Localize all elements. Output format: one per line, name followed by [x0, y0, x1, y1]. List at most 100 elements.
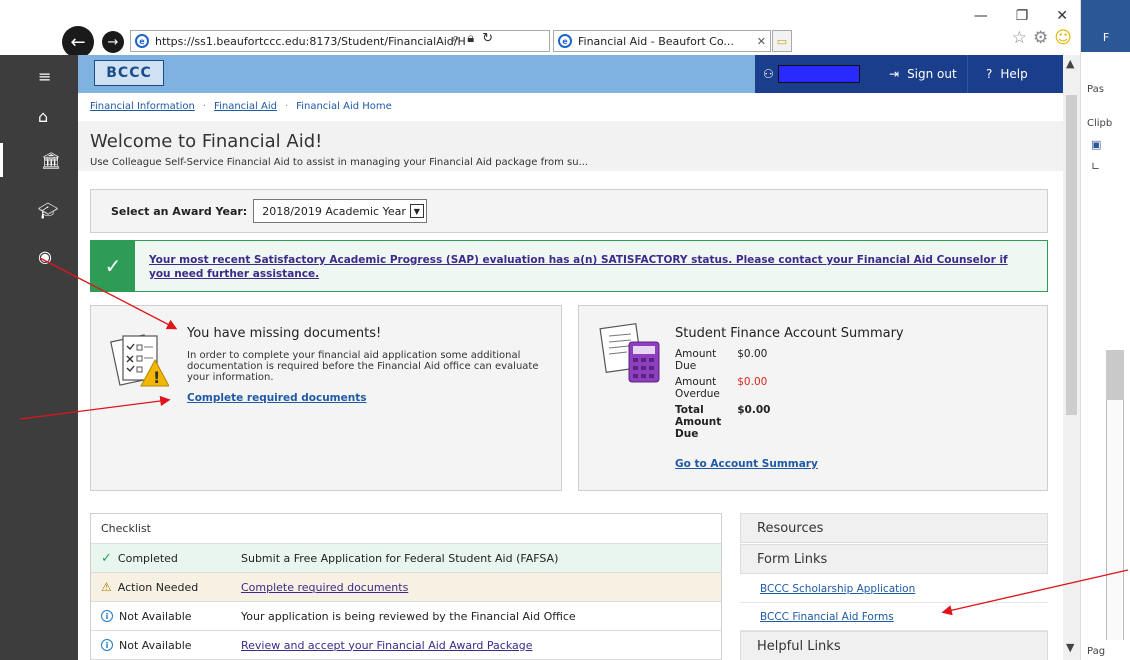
address-tools: ⌕ 🔒︎ ↻	[452, 31, 493, 46]
sap-message-link[interactable]: Your most recent Satisfactory Academic P…	[149, 253, 1029, 281]
resources-panel: Resources Form Links BCCC Scholarship Ap…	[740, 513, 1048, 660]
status-label: Not Available	[119, 609, 192, 623]
user-icon: ⚇	[763, 67, 774, 81]
checkmark-icon: ✓	[91, 241, 135, 291]
graduation-cap-icon[interactable]: 🎓︎	[0, 193, 78, 227]
financial-aid-forms-link[interactable]: BCCC Financial Aid Forms	[740, 603, 1048, 631]
forward-button[interactable]: →	[102, 31, 124, 53]
checklist-row: ⚠ Action Needed Complete required docume…	[91, 573, 721, 602]
documents-warning-icon: !	[110, 334, 169, 387]
amount-overdue-row: Amount Overdue $0.00	[675, 374, 817, 402]
sign-out-icon: ⇥	[889, 67, 900, 81]
back-arrow-icon: ←	[70, 31, 86, 53]
account-summary-card: Student Finance Account Summary Amount D…	[578, 305, 1048, 491]
form-links-heading[interactable]: Form Links	[740, 544, 1048, 574]
complete-required-documents-checklist-link[interactable]: Complete required documents	[241, 581, 408, 594]
amount-due-label: Amount Due	[675, 348, 717, 372]
award-year-label: Select an Award Year:	[111, 204, 248, 218]
checklist-description: Your application is being reviewed by th…	[241, 609, 576, 623]
page-scrollbar[interactable]: ▲ ▼	[1063, 55, 1080, 660]
page-title-box: Welcome to Financial Aid! Use Colleague …	[78, 121, 1063, 171]
scholarship-application-link[interactable]: BCCC Scholarship Application	[740, 575, 1048, 603]
app-header: BCCC ⚇ ⇥ Sign out ? Help	[78, 55, 1063, 93]
help-label: Help	[1000, 67, 1028, 81]
amount-due-row: Amount Due $0.00	[675, 346, 817, 374]
status-label: Not Available	[119, 638, 192, 652]
helpful-links-heading[interactable]: Helpful Links	[740, 631, 1048, 660]
page-subtitle: Use Colleague Self-Service Financial Aid…	[90, 157, 589, 168]
breadcrumb-separator: ·	[202, 101, 207, 112]
search-icon[interactable]: ⌕	[452, 31, 459, 46]
checklist-row: i Not Available Review and accept your F…	[91, 631, 721, 660]
browser-toolbar-icons: ☆ ⚙ ☺	[1012, 28, 1072, 48]
checklist-row: i Not Available Your application is bein…	[91, 602, 721, 631]
user-icon[interactable]: ◉	[0, 239, 78, 273]
page-status-label: Pag	[1087, 646, 1106, 657]
missing-documents-title: You have missing documents!	[187, 326, 382, 341]
lock-icon[interactable]: 🔒︎	[467, 31, 474, 46]
award-year-selector: Select an Award Year: 2018/2019 Academic…	[90, 189, 1048, 233]
checklist-description: Submit a Free Application for Federal St…	[241, 551, 559, 565]
window-controls: — ❐ ✕	[974, 8, 1068, 24]
status-label: Completed	[117, 551, 178, 565]
total-amount-due-label: Total Amount Due	[675, 404, 722, 440]
favorites-star-icon[interactable]: ☆	[1012, 28, 1027, 48]
total-amount-due-value: $0.00	[737, 404, 771, 416]
scroll-thumb[interactable]	[1066, 95, 1077, 415]
bccc-logo[interactable]: BCCC	[94, 60, 164, 86]
help-button[interactable]: ? Help	[967, 55, 1028, 93]
maximize-button[interactable]: ❐	[1016, 8, 1029, 24]
forward-arrow-icon: →	[107, 34, 119, 50]
refresh-icon[interactable]: ↻	[482, 31, 493, 46]
checklist-status: ⚠ Action Needed	[91, 580, 241, 594]
checklist-row: ✓ Completed Submit a Free Application fo…	[91, 544, 721, 573]
sign-out-label: Sign out	[907, 67, 957, 81]
user-menu[interactable]: ⚇	[755, 65, 867, 83]
go-to-account-summary-link[interactable]: Go to Account Summary	[675, 458, 818, 470]
close-tab-icon[interactable]: ✕	[757, 35, 766, 48]
amount-due-value: $0.00	[737, 348, 768, 360]
ruler-margin	[1106, 350, 1124, 400]
checklist: Checklist ✓ Completed Submit a Free Appl…	[90, 513, 722, 660]
sap-status-banner: ✓ Your most recent Satisfactory Academic…	[90, 240, 1048, 292]
save-icon[interactable]: ▣	[1091, 138, 1101, 151]
missing-documents-text: In order to complete your financial aid …	[187, 350, 539, 383]
checklist-status: i Not Available	[91, 610, 241, 623]
paste-label[interactable]: Pas	[1087, 84, 1104, 95]
breadcrumb-financial-aid[interactable]: Financial Aid	[214, 101, 277, 112]
info-icon: i	[101, 639, 113, 651]
checklist-status: i Not Available	[91, 639, 241, 652]
main-content: Financial Information · Financial Aid · …	[78, 93, 1063, 660]
amount-overdue-value: $0.00	[737, 376, 768, 388]
feedback-smiley-icon[interactable]: ☺	[1054, 28, 1072, 48]
breadcrumb-financial-information[interactable]: Financial Information	[90, 101, 195, 112]
word-window-edge: F Pas Clipb ▣ ∟ Pag	[1080, 0, 1130, 660]
complete-required-documents-link[interactable]: Complete required documents	[187, 392, 367, 404]
settings-gear-icon[interactable]: ⚙	[1033, 28, 1048, 48]
award-year-select[interactable]: 2018/2019 Academic Year ▼	[253, 199, 427, 223]
total-amount-due-row: Total Amount Due $0.00	[675, 402, 817, 442]
breadcrumb-separator: ·	[284, 101, 289, 112]
ie-icon: e	[135, 34, 149, 48]
home-icon[interactable]: ⌂	[0, 99, 78, 133]
redacted-username	[777, 65, 860, 83]
scroll-down-icon[interactable]: ▼	[1066, 641, 1074, 654]
review-award-package-link[interactable]: Review and accept your Financial Aid Awa…	[241, 639, 533, 652]
menu-icon[interactable]: ≡	[0, 59, 78, 93]
new-tab-button[interactable]: ▭	[772, 30, 792, 52]
checklist-description: Complete required documents	[241, 581, 721, 594]
bank-icon[interactable]: 🏛︎	[0, 143, 78, 177]
resources-heading: Resources	[740, 513, 1048, 543]
back-button[interactable]: ←	[62, 26, 94, 58]
check-icon: ✓	[101, 550, 112, 566]
breadcrumb-current: Financial Aid Home	[296, 101, 392, 112]
tab-stop-icon[interactable]: ∟	[1091, 160, 1100, 173]
minimize-button[interactable]: —	[974, 8, 988, 24]
missing-documents-card: ! You have missing documents! In order t…	[90, 305, 562, 491]
invoice-calculator-icon	[599, 323, 660, 383]
sign-out-button[interactable]: ⇥ Sign out	[867, 67, 967, 81]
browser-tab[interactable]: e Financial Aid - Beaufort Co... ✕	[553, 30, 771, 52]
word-ribbon: F	[1081, 0, 1130, 52]
scroll-up-icon[interactable]: ▲	[1066, 57, 1074, 70]
close-window-button[interactable]: ✕	[1056, 8, 1068, 24]
